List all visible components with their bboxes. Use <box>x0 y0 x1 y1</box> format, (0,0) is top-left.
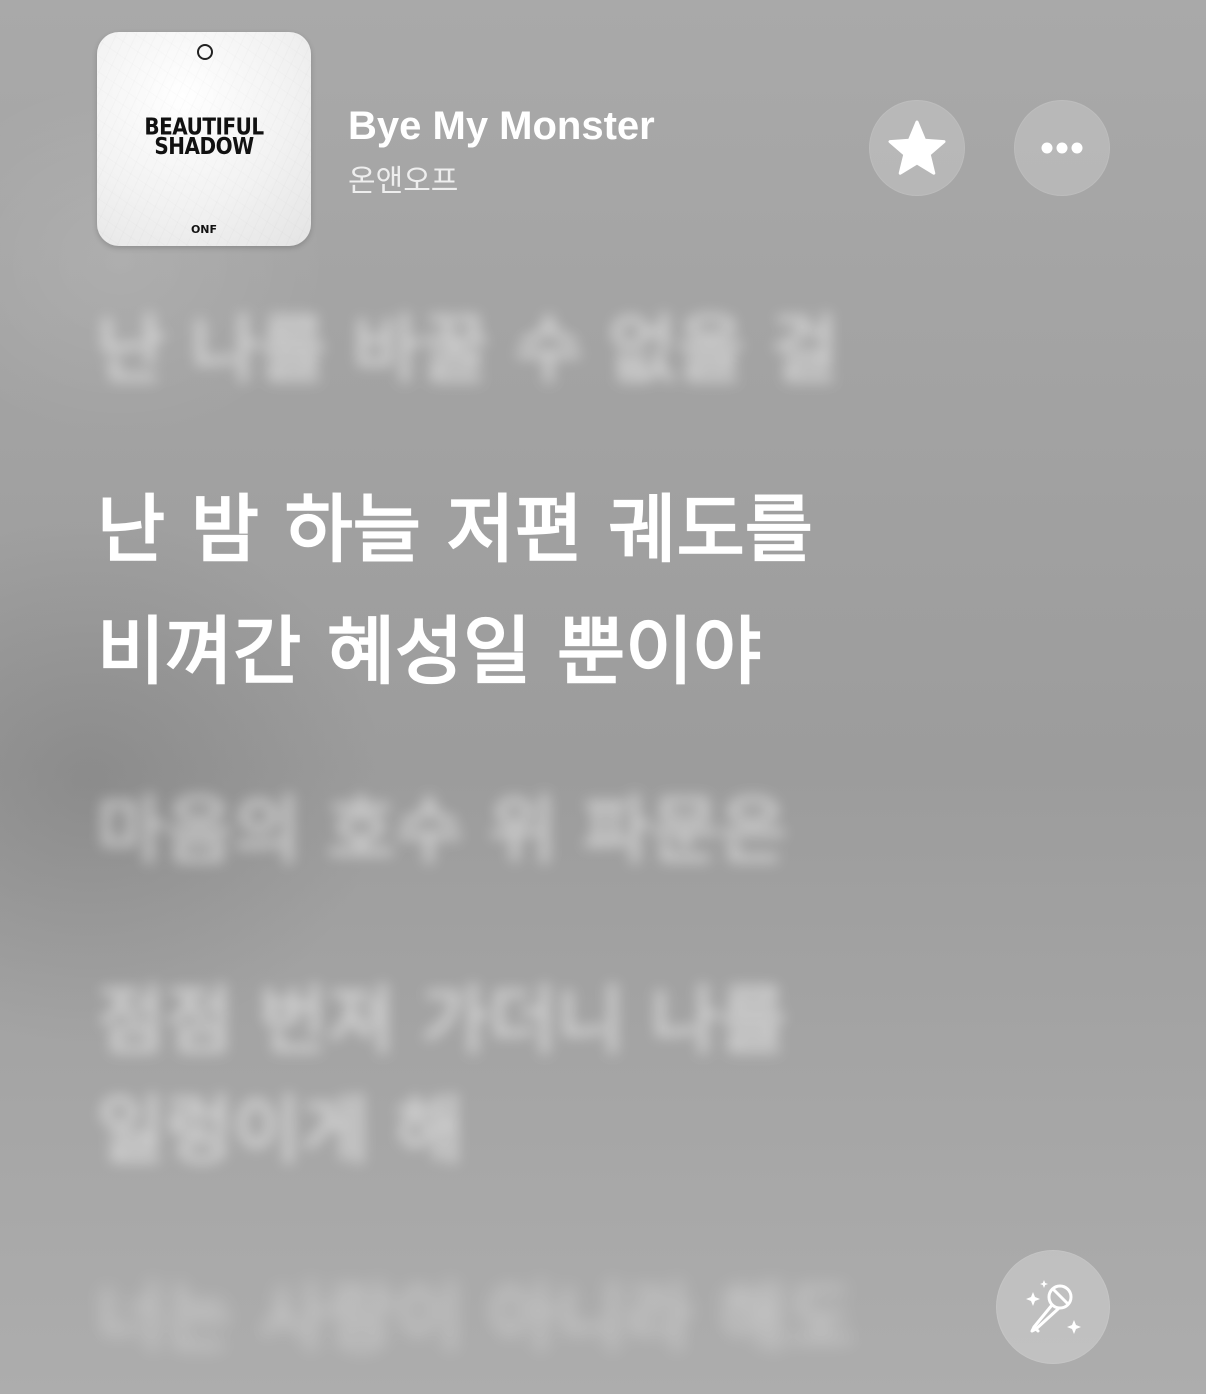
lyric-line-current-continued[interactable]: 비껴간 혜성일 뿐이야 <box>97 596 761 708</box>
lyric-line-upcoming[interactable]: 점점 번져 가더니 나를 <box>97 965 787 1077</box>
song-artist[interactable]: 온앤오프 <box>348 156 458 200</box>
ellipsis-icon <box>1041 142 1083 154</box>
lyric-line-previous[interactable]: 난 나를 바꿀 수 없을 걸 <box>97 294 839 406</box>
song-title[interactable]: Bye My Monster <box>348 104 655 149</box>
now-playing-header: BEAUTIFUL SHADOW ONF Bye My Monster 온앤오프 <box>0 0 1206 260</box>
lyric-line-later[interactable]: 너는 사랑이 아니라 해도 <box>97 1262 855 1374</box>
favorite-button[interactable] <box>869 100 965 196</box>
lyric-line-next[interactable]: 마음의 호수 위 파문은 <box>97 775 787 887</box>
microphone-sparkle-icon <box>1026 1280 1081 1334</box>
album-art-title-line2: SHADOW <box>154 132 254 160</box>
star-icon <box>888 120 946 175</box>
album-art-badge-icon <box>197 44 213 60</box>
album-art-title: BEAUTIFUL SHADOW <box>101 115 307 160</box>
sing-mode-button[interactable] <box>996 1250 1110 1364</box>
album-art-artist-mark: ONF <box>190 223 218 236</box>
lyric-line-upcoming-continued[interactable]: 일렁이게 해 <box>97 1075 463 1187</box>
more-options-button[interactable] <box>1014 100 1110 196</box>
album-art[interactable]: BEAUTIFUL SHADOW ONF <box>97 32 311 246</box>
lyric-line-current[interactable]: 난 밤 하늘 저편 궤도를 <box>97 474 813 586</box>
